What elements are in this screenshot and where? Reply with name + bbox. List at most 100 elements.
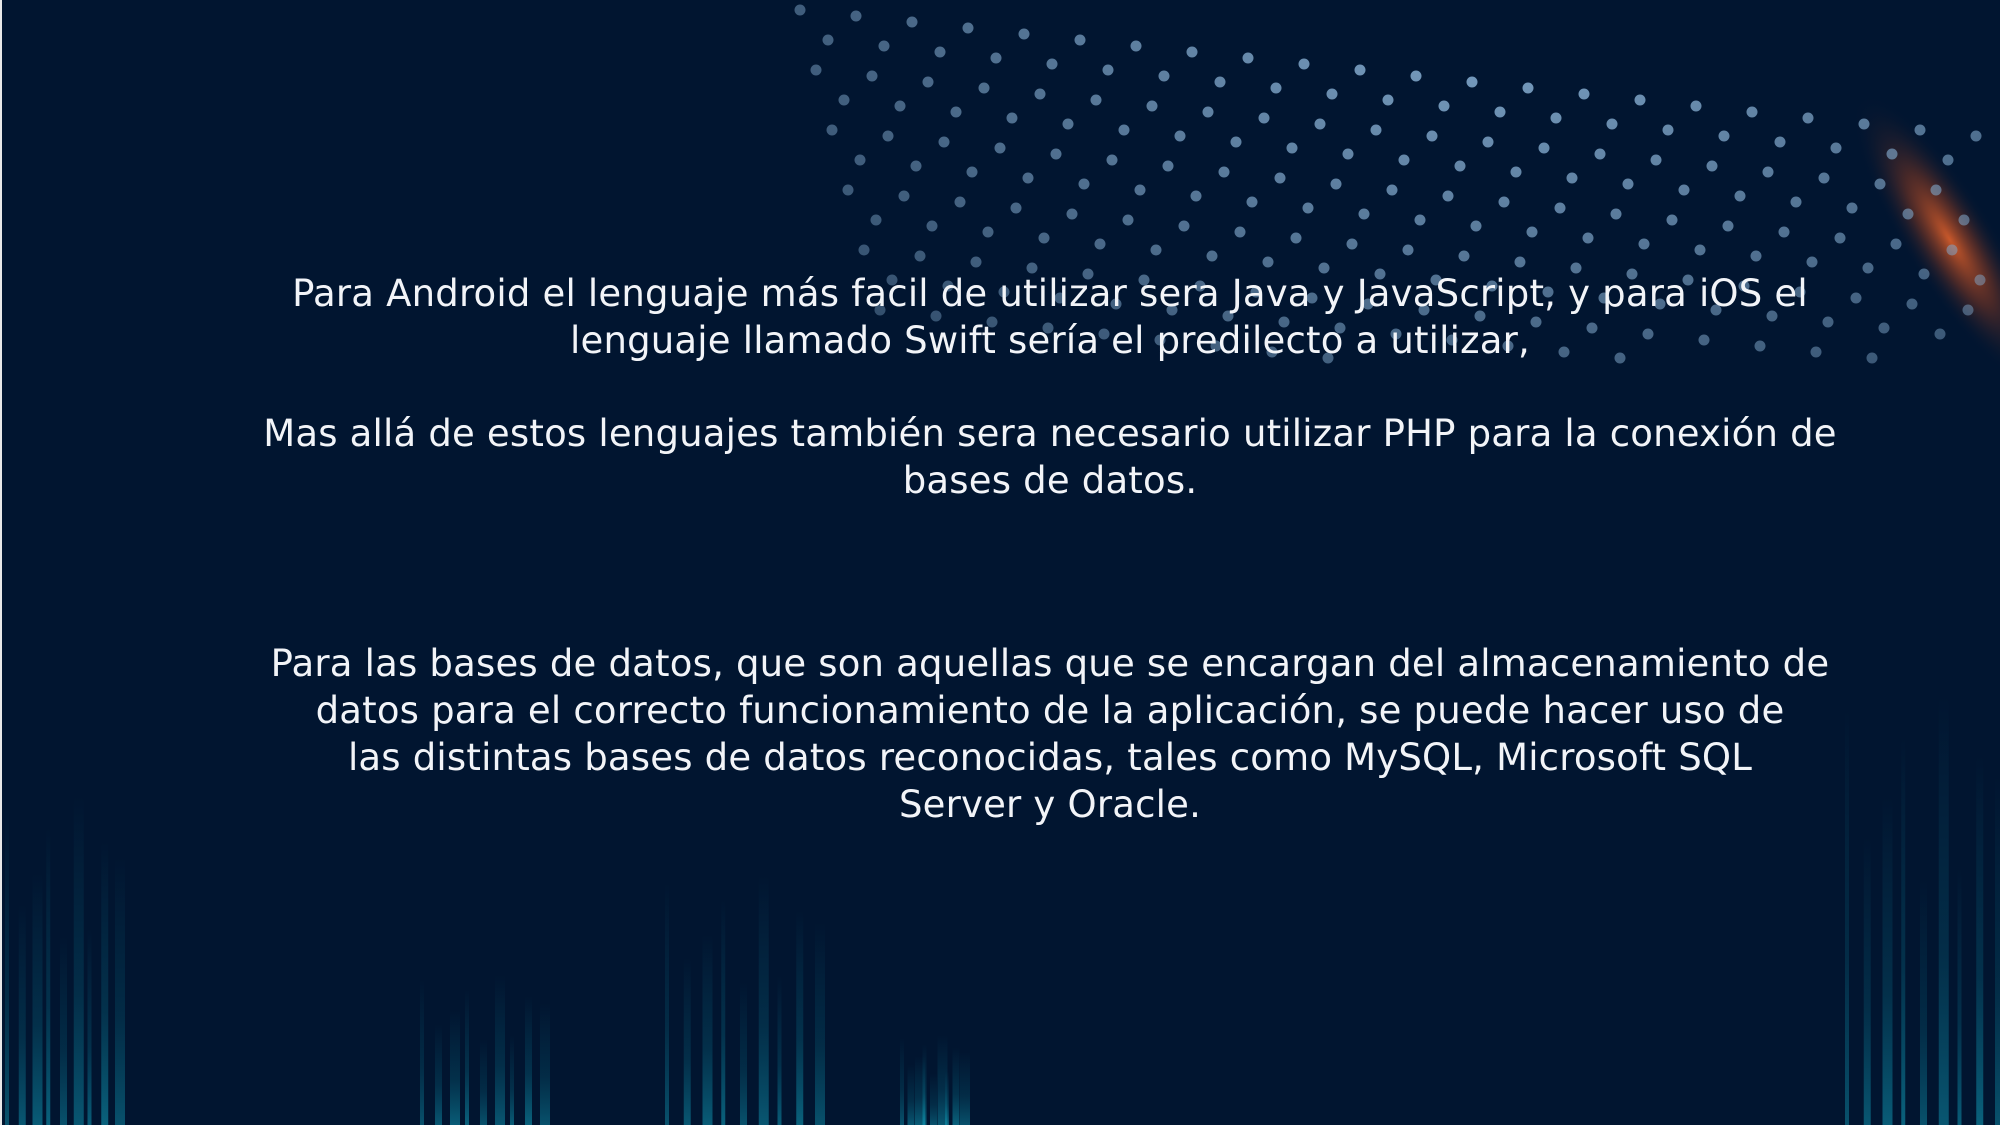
pattern-dot bbox=[822, 34, 834, 46]
pattern-dot bbox=[1302, 202, 1314, 214]
pattern-dot bbox=[938, 136, 950, 148]
pattern-dot bbox=[1438, 100, 1450, 112]
light-streak bbox=[465, 989, 469, 1125]
pattern-dot bbox=[1874, 178, 1886, 190]
pattern-dot bbox=[1426, 130, 1438, 142]
pattern-dot bbox=[1634, 94, 1646, 106]
pattern-dot bbox=[1466, 76, 1478, 88]
pattern-dot bbox=[1970, 130, 1982, 142]
pattern-dot bbox=[794, 4, 806, 16]
pattern-dot bbox=[878, 40, 890, 52]
pattern-dot bbox=[1162, 160, 1174, 172]
light-streak bbox=[540, 1003, 550, 1125]
pattern-dot bbox=[1514, 256, 1526, 268]
light-streak bbox=[435, 1024, 442, 1125]
pattern-dot bbox=[1610, 208, 1622, 220]
light-streak bbox=[683, 957, 691, 1125]
pattern-dot bbox=[990, 52, 1002, 64]
pattern-dot bbox=[1010, 202, 1022, 214]
pattern-dot bbox=[1106, 154, 1118, 166]
pattern-dot bbox=[1594, 148, 1606, 160]
pattern-dot bbox=[1158, 70, 1170, 82]
pattern-dot bbox=[1846, 202, 1858, 214]
pattern-dot bbox=[1918, 268, 1930, 280]
pattern-dot bbox=[1934, 328, 1946, 340]
light-streak bbox=[420, 979, 424, 1125]
pattern-dot bbox=[1718, 130, 1730, 142]
light-streak bbox=[740, 982, 747, 1125]
presentation-slide: Para Android el lenguaje más facil de ut… bbox=[0, 0, 2000, 1125]
pattern-dot bbox=[954, 196, 966, 208]
pattern-dot bbox=[962, 22, 974, 34]
pattern-dot bbox=[1022, 172, 1034, 184]
light-streak bbox=[960, 1051, 970, 1125]
light-streak bbox=[450, 1010, 460, 1125]
light-streak bbox=[900, 1037, 904, 1125]
pattern-dot bbox=[978, 82, 990, 94]
pattern-dot bbox=[1206, 250, 1218, 262]
pattern-dot bbox=[1734, 190, 1746, 202]
pattern-dot bbox=[898, 190, 910, 202]
light-streak bbox=[922, 1043, 927, 1125]
pattern-dot bbox=[1962, 304, 1974, 316]
light-streak bbox=[945, 1071, 949, 1125]
pattern-dot bbox=[1262, 256, 1274, 268]
pattern-dot bbox=[1958, 214, 1970, 226]
pattern-dot bbox=[1150, 244, 1162, 256]
pattern-dot bbox=[1274, 172, 1286, 184]
light-streak bbox=[1863, 837, 1871, 1125]
pattern-dot bbox=[1078, 178, 1090, 190]
pattern-dot bbox=[1046, 58, 1058, 70]
pattern-dot bbox=[1270, 82, 1282, 94]
pattern-dot bbox=[1130, 40, 1142, 52]
pattern-dot bbox=[866, 70, 878, 82]
pattern-dot bbox=[1442, 190, 1454, 202]
pattern-dot bbox=[1482, 136, 1494, 148]
pattern-dot bbox=[826, 124, 838, 136]
pattern-dot bbox=[906, 16, 918, 28]
pattern-dot bbox=[1750, 250, 1762, 262]
pattern-dot bbox=[1186, 46, 1198, 58]
pattern-dot bbox=[1566, 172, 1578, 184]
pattern-dot bbox=[914, 250, 926, 262]
light-streak bbox=[758, 875, 769, 1125]
pattern-dot bbox=[1666, 214, 1678, 226]
pattern-dot bbox=[850, 10, 862, 22]
light-streak bbox=[510, 1035, 514, 1125]
pattern-dot bbox=[922, 76, 934, 88]
pattern-dot bbox=[1746, 106, 1758, 118]
light-streak bbox=[18, 904, 26, 1125]
pattern-dot bbox=[1706, 160, 1718, 172]
pattern-dot bbox=[858, 244, 870, 256]
pattern-dot bbox=[1402, 244, 1414, 256]
light-streak bbox=[60, 936, 67, 1125]
pattern-dot bbox=[1370, 124, 1382, 136]
pattern-dot bbox=[1146, 100, 1158, 112]
pattern-dot bbox=[1050, 148, 1062, 160]
pattern-dot bbox=[1326, 88, 1338, 100]
light-streak bbox=[5, 805, 9, 1125]
pattern-dot bbox=[1018, 28, 1030, 40]
pattern-dot bbox=[1858, 118, 1870, 130]
pattern-dot bbox=[1346, 238, 1358, 250]
paragraph-php-connection: Mas allá de estos lenguajes también sera… bbox=[263, 412, 1837, 502]
pattern-dot bbox=[910, 160, 922, 172]
pattern-dot bbox=[894, 100, 906, 112]
pattern-dot bbox=[1762, 166, 1774, 178]
pattern-dot bbox=[982, 226, 994, 238]
pattern-dot bbox=[1174, 130, 1186, 142]
pattern-dot bbox=[1830, 142, 1842, 154]
pattern-dot bbox=[1354, 64, 1366, 76]
pattern-dot bbox=[838, 94, 850, 106]
pattern-dot bbox=[1774, 136, 1786, 148]
light-streak bbox=[480, 1039, 487, 1125]
pattern-dot bbox=[1410, 70, 1422, 82]
pattern-dot bbox=[1414, 214, 1426, 226]
pattern-dot bbox=[1722, 220, 1734, 232]
pattern-dot bbox=[1902, 208, 1914, 220]
pattern-dot bbox=[1890, 238, 1902, 250]
pattern-dot bbox=[1622, 178, 1634, 190]
pattern-dot bbox=[994, 142, 1006, 154]
light-streak bbox=[1938, 695, 1949, 1125]
pattern-dot bbox=[1178, 220, 1190, 232]
